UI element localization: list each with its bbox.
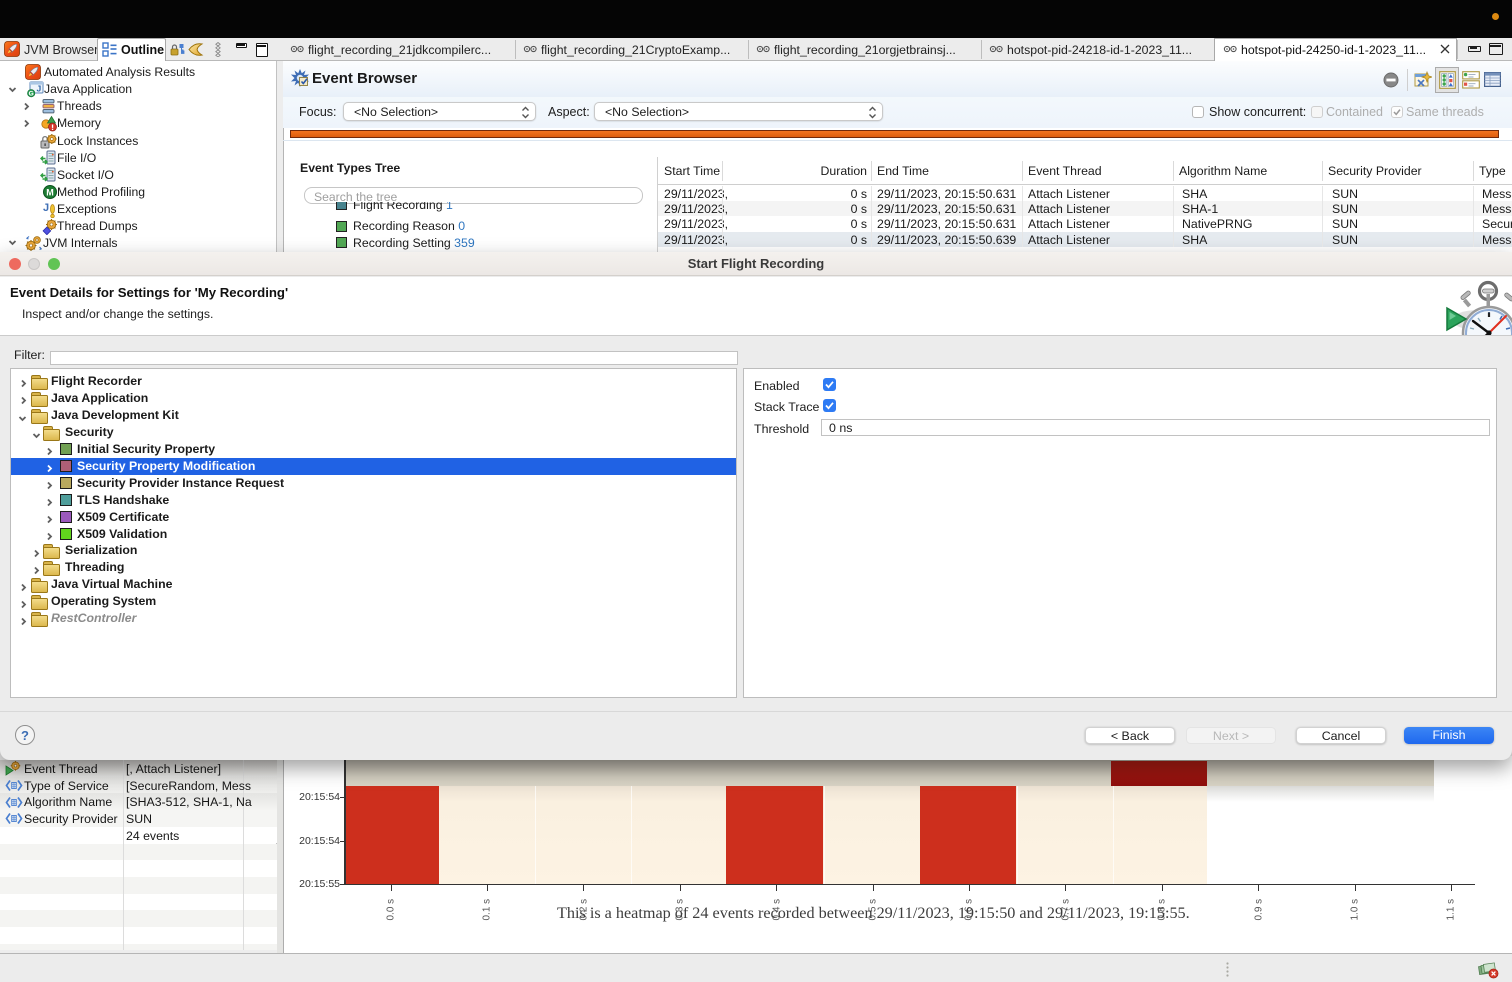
svg-text:M: M [46,187,54,197]
svg-text:G: G [29,91,34,98]
svg-text:J: J [43,202,49,214]
svg-text:J: J [37,84,42,94]
